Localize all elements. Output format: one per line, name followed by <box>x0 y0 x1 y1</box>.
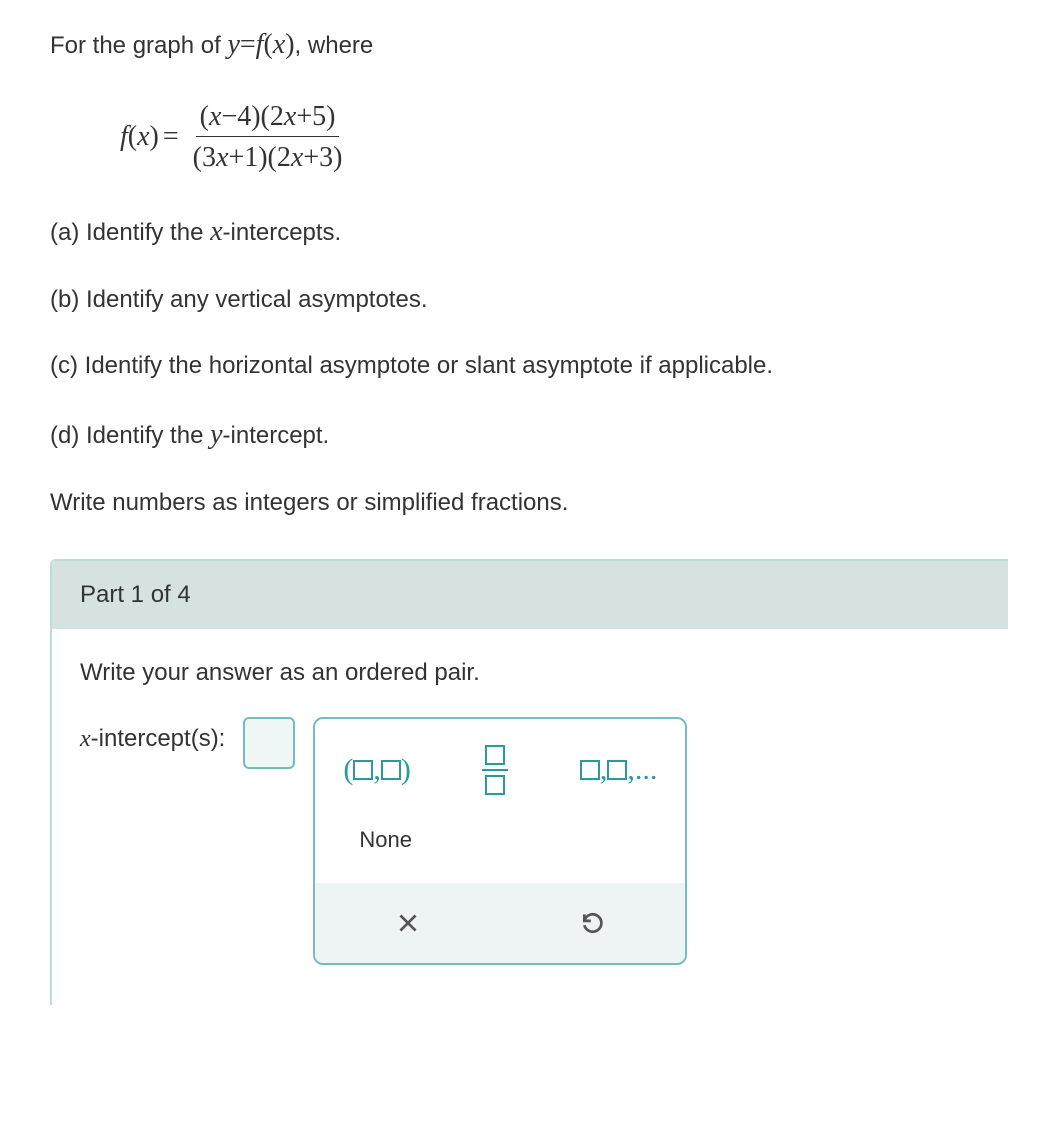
answer-prompt: Write your answer as an ordered pair. <box>80 659 980 687</box>
undo-icon <box>580 910 606 936</box>
fn-x: x <box>137 121 149 153</box>
part-a: (a) Identify the x-intercepts. <box>50 212 1008 251</box>
placeholder-box-icon <box>381 760 401 780</box>
close-icon <box>395 910 421 936</box>
intro-prefix: For the graph of <box>50 32 227 59</box>
placeholder-box-icon <box>485 745 505 765</box>
part-header: Part 1 of 4 <box>52 561 1008 629</box>
answer-input[interactable] <box>243 717 295 769</box>
intro-y: y <box>227 29 239 60</box>
intro-x: x <box>273 29 285 60</box>
fn-f: f <box>120 121 128 153</box>
intro-line: For the graph of y=f(x), where <box>50 25 1008 64</box>
instructions: Write numbers as integers or simplified … <box>50 486 1008 520</box>
answer-label: x-intercept(s): <box>80 717 225 753</box>
palette-ordered-pair[interactable]: (,) <box>343 753 411 787</box>
intro-open: ( <box>263 29 272 60</box>
clear-button[interactable] <box>386 901 430 945</box>
fn-close: ) <box>150 121 159 153</box>
intro-eq: = <box>240 29 256 60</box>
placeholder-box-icon <box>607 760 627 780</box>
reset-button[interactable] <box>571 901 615 945</box>
palette-list[interactable]: ,,... <box>580 753 658 787</box>
intro-suffix: , where <box>295 32 374 59</box>
part-b: (b) Identify any vertical asymptotes. <box>50 283 1008 317</box>
intro-close: ) <box>285 29 294 60</box>
answer-panel: Part 1 of 4 Write your answer as an orde… <box>50 559 1008 1005</box>
input-palette: (,) ,,... <box>313 717 687 965</box>
placeholder-box-icon <box>485 775 505 795</box>
placeholder-box-icon <box>580 760 600 780</box>
part-d: (d) Identify the y-intercept. <box>50 415 1008 454</box>
fn-fraction: (x−4)(2x+5) (3x+1)(2x+3) <box>189 96 347 177</box>
fn-eq: = <box>163 121 179 153</box>
fn-open: ( <box>128 121 137 153</box>
fraction-bar-icon <box>482 769 508 771</box>
placeholder-box-icon <box>353 760 373 780</box>
function-definition: f(x) = (x−4)(2x+5) (3x+1)(2x+3) <box>120 96 1008 177</box>
palette-fraction[interactable] <box>482 741 508 799</box>
palette-none[interactable]: None <box>359 827 412 852</box>
part-c: (c) Identify the horizontal asymptote or… <box>50 349 1008 383</box>
